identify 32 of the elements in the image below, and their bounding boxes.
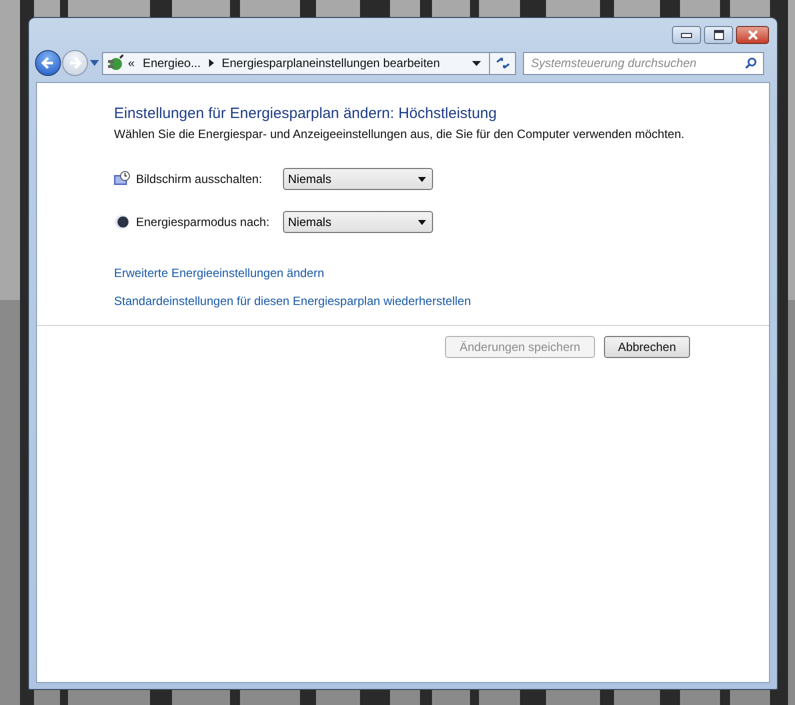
arrow-left-icon: [41, 56, 55, 70]
minimize-icon: [681, 32, 692, 38]
cancel-button[interactable]: Abbrechen: [604, 336, 690, 358]
moon-icon: [114, 214, 130, 230]
setting-label: Energiesparmodus nach:: [136, 215, 270, 229]
close-button[interactable]: [736, 26, 769, 44]
back-button[interactable]: [35, 50, 61, 76]
search-icon: [745, 57, 757, 69]
dropdown[interactable]: Niemals: [283, 168, 433, 190]
dropdown-arrow-icon: [418, 176, 426, 182]
dropdown-arrow-icon: [418, 220, 426, 224]
minimize-button[interactable]: [672, 26, 701, 44]
close-icon: [746, 30, 758, 40]
refresh-icon: [494, 56, 510, 70]
power-plug-icon: [106, 54, 124, 72]
dropdown-arrow-icon[interactable]: [472, 60, 481, 66]
link[interactable]: Erweiterte Energieeinstellungen ändern: [114, 266, 324, 280]
arrow-right-icon: [68, 56, 82, 70]
dropdown[interactable]: Niemals: [283, 211, 433, 233]
link[interactable]: Standardeinstellungen für diesen Energiesparplan wiederherstellen: [114, 294, 471, 308]
page-title: Einstellungen für Energiesparplan ändern: Höchstleistung: [114, 104, 498, 124]
maximize-button[interactable]: [704, 26, 733, 44]
address-bar[interactable]: « Energieo... Energiesparplaneinstellungen bearbeiten: [102, 52, 516, 74]
breadcrumb[interactable]: Energieo...: [142, 56, 201, 70]
breadcrumb[interactable]: Energiesparplaneinstellungen bearbeiten: [222, 56, 440, 70]
description-text: Wählen Sie die Energiespar- und Anzeigeeinstellungen aus, die Sie für den Computer verwenden möchten.: [114, 127, 686, 141]
monitor-clock-icon: [114, 171, 130, 187]
overflow-marker[interactable]: «: [128, 56, 135, 70]
setting-label: Bildschirm ausschalten:: [136, 172, 264, 186]
maximize-icon: [714, 30, 724, 40]
search-field[interactable]: Systemsteuerung durchsuchen: [523, 52, 764, 74]
separator-arrow-icon[interactable]: [208, 59, 214, 67]
